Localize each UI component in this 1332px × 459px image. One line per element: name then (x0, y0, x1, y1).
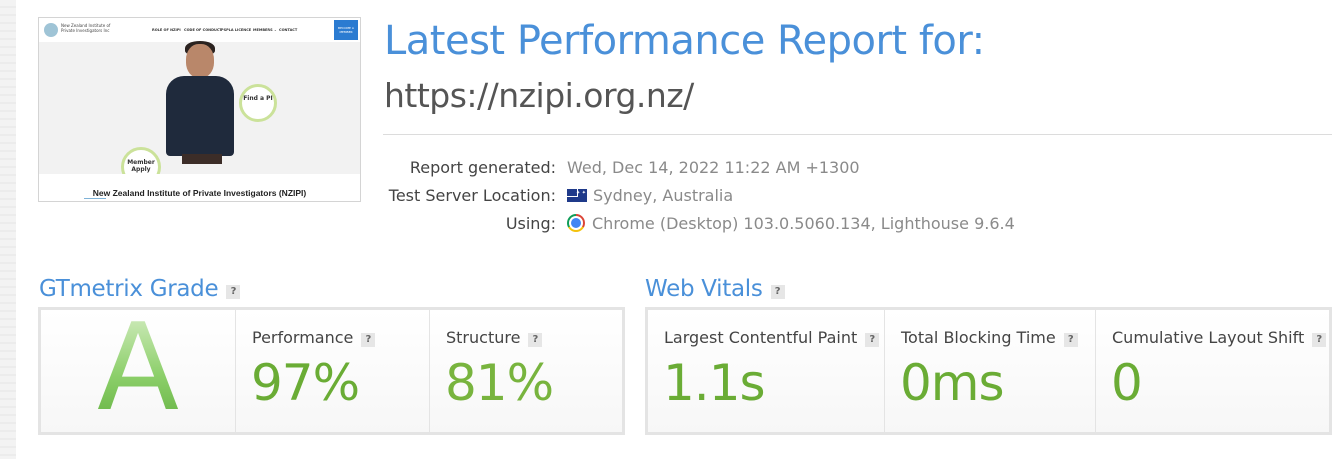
cls-cell: Cumulative Layout Shift? 0 (1095, 310, 1329, 432)
cls-value: 0 (1111, 354, 1143, 412)
performance-label: Performance? (252, 328, 376, 347)
thumbnail-menu-item: CONTACT (279, 28, 298, 32)
lcp-help-icon[interactable]: ? (865, 333, 880, 347)
report-url[interactable]: https://nzipi.org.nz/ (384, 76, 694, 115)
structure-label: Structure? (446, 328, 543, 347)
thumbnail-logo-text: New Zealand Institute of Private Investi… (61, 23, 111, 33)
lcp-value: 1.1s (663, 354, 766, 412)
thumbnail-menu-item: MEMBERS ⌄ (253, 28, 277, 32)
structure-value: 81% (445, 354, 554, 412)
thumbnail-person-head (186, 44, 214, 78)
thumbnail-menu-item: CODE OF CONDUCT (184, 28, 222, 32)
performance-value: 97% (251, 354, 360, 412)
australia-flag-icon (567, 189, 587, 202)
page-screenshot-thumbnail[interactable]: New Zealand Institute of Private Investi… (38, 17, 361, 202)
thumbnail-cta-button: BECOME A MEMBER (334, 20, 358, 40)
report-generated-label: Report generated: (409, 158, 556, 177)
using-label: Using: (505, 214, 556, 233)
thumbnail-underline (84, 198, 106, 199)
grade-cell: A (41, 304, 235, 434)
performance-cell: Performance? 97% (235, 310, 429, 432)
thumbnail-site-title: New Zealand Institute of Private Investi… (92, 188, 307, 198)
cls-label: Cumulative Layout Shift? (1112, 328, 1327, 347)
thumbnail-find-pi-circle: Find a PI (239, 84, 277, 122)
structure-cell: Structure? 81% (429, 310, 622, 432)
gtmetrix-grade-panel: A Performance? 97% Structure? 81% (38, 304, 625, 435)
chrome-icon (567, 214, 585, 232)
thumbnail-navbar: New Zealand Institute of Private Investi… (39, 18, 360, 42)
report-title: Latest Performance Report for: (384, 18, 985, 64)
web-vitals-help-icon[interactable]: ? (770, 285, 785, 299)
report-generated-value: Wed, Dec 14, 2022 11:22 AM +1300 (567, 158, 860, 177)
structure-help-icon[interactable]: ? (528, 333, 543, 347)
tbt-value: 0ms (900, 354, 1005, 412)
performance-help-icon[interactable]: ? (361, 333, 376, 347)
tbt-cell: Total Blocking Time? 0ms (884, 310, 1095, 432)
thumbnail-logo-icon (44, 23, 58, 37)
header-divider (383, 134, 1332, 135)
thumbnail-person-legs (182, 154, 222, 164)
web-vitals-panel: Largest Contentful Paint? 1.1s Total Blo… (645, 307, 1332, 435)
gtmetrix-grade-help-icon[interactable]: ? (226, 285, 241, 299)
test-server-location-value: Sydney, Australia (567, 186, 733, 205)
browser-text: Chrome (Desktop) 103.0.5060.134, Lightho… (592, 214, 1015, 233)
thumbnail-menu-item: ROLE OF NZIPI (152, 28, 181, 32)
lcp-cell: Largest Contentful Paint? 1.1s (648, 310, 884, 432)
test-server-location-label: Test Server Location: (388, 186, 556, 205)
tbt-label: Total Blocking Time? (901, 328, 1078, 347)
web-vitals-heading: Web Vitals? (645, 276, 785, 302)
grade-letter: A (41, 304, 235, 434)
lcp-label: Largest Contentful Paint? (664, 328, 880, 347)
location-text: Sydney, Australia (593, 186, 734, 205)
using-value: Chrome (Desktop) 103.0.5060.134, Lightho… (567, 214, 1015, 233)
tbt-help-icon[interactable]: ? (1063, 333, 1078, 347)
cls-help-icon[interactable]: ? (1312, 333, 1327, 347)
left-rail (0, 0, 16, 459)
thumbnail-menu-item: PSPLA LICENCE (221, 28, 252, 32)
thumbnail-person-body (166, 76, 234, 156)
